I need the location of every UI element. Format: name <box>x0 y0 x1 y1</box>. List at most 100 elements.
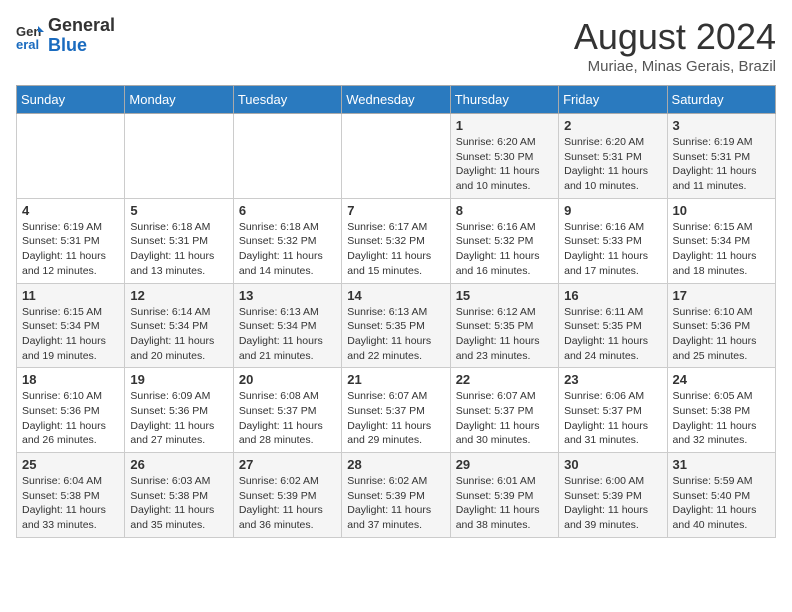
calendar-cell: 24 Sunrise: 6:05 AM Sunset: 5:38 PM Dayli… <box>667 368 775 453</box>
svg-text:eral: eral <box>16 37 39 50</box>
calendar-cell: 5Sunrise: 6:18 AM Sunset: 5:31 PM Daylig… <box>125 198 233 283</box>
calendar-cell: 12 Sunrise: 6:14 AM Sunset: 5:34 PM Dayli… <box>125 283 233 368</box>
day-number: 29 <box>456 457 553 472</box>
page-header: Gen eral General Blue August 2024 Muriae… <box>16 16 776 75</box>
calendar-cell: 19 Sunrise: 6:09 AM Sunset: 5:36 PM Dayli… <box>125 368 233 453</box>
calendar-cell <box>125 114 233 199</box>
calendar-cell: 16 Sunrise: 6:11 AM Sunset: 5:35 PM Dayli… <box>559 283 667 368</box>
calendar-cell: 20Sunrise: 6:08 AM Sunset: 5:37 PM Dayli… <box>233 368 341 453</box>
day-number: 23 <box>564 372 661 387</box>
day-number: 22 <box>456 372 553 387</box>
day-number: 28 <box>347 457 444 472</box>
day-number: 4 <box>22 203 119 218</box>
week-row-2: 4 Sunrise: 6:19 AM Sunset: 5:31 PM Daylig… <box>17 198 776 283</box>
calendar-cell: 11 Sunrise: 6:15 AM Sunset: 5:34 PM Dayli… <box>17 283 125 368</box>
day-number: 17 <box>673 288 770 303</box>
day-info: Sunrise: 6:10 AM Sunset: 5:36 PM Dayligh… <box>673 305 770 364</box>
calendar-cell: 26Sunrise: 6:03 AM Sunset: 5:38 PM Dayli… <box>125 453 233 538</box>
calendar-cell <box>17 114 125 199</box>
day-info: Sunrise: 6:04 AM Sunset: 5:38 PM Dayligh… <box>22 474 119 533</box>
col-header-monday: Monday <box>125 86 233 114</box>
week-row-5: 25 Sunrise: 6:04 AM Sunset: 5:38 PM Dayli… <box>17 453 776 538</box>
day-info: Sunrise: 6:18 AM Sunset: 5:31 PM Dayligh… <box>130 220 227 279</box>
day-number: 3 <box>673 118 770 133</box>
day-number: 30 <box>564 457 661 472</box>
calendar-cell: 27 Sunrise: 6:02 AM Sunset: 5:39 PM Dayli… <box>233 453 341 538</box>
calendar-cell: 25 Sunrise: 6:04 AM Sunset: 5:38 PM Dayli… <box>17 453 125 538</box>
header-row: SundayMondayTuesdayWednesdayThursdayFrid… <box>17 86 776 114</box>
location: Muriae, Minas Gerais, Brazil <box>574 58 776 75</box>
day-info: Sunrise: 6:14 AM Sunset: 5:34 PM Dayligh… <box>130 305 227 364</box>
day-number: 7 <box>347 203 444 218</box>
calendar-cell: 1 Sunrise: 6:20 AM Sunset: 5:30 PM Daylig… <box>450 114 558 199</box>
day-info: Sunrise: 6:06 AM Sunset: 5:37 PM Dayligh… <box>564 389 661 448</box>
col-header-tuesday: Tuesday <box>233 86 341 114</box>
day-number: 21 <box>347 372 444 387</box>
day-info: Sunrise: 6:15 AM Sunset: 5:34 PM Dayligh… <box>22 305 119 364</box>
day-number: 9 <box>564 203 661 218</box>
day-info: Sunrise: 6:07 AM Sunset: 5:37 PM Dayligh… <box>347 389 444 448</box>
week-row-4: 18 Sunrise: 6:10 AM Sunset: 5:36 PM Dayli… <box>17 368 776 453</box>
day-number: 14 <box>347 288 444 303</box>
calendar-cell: 29Sunrise: 6:01 AM Sunset: 5:39 PM Dayli… <box>450 453 558 538</box>
calendar-cell <box>342 114 450 199</box>
day-info: Sunrise: 6:17 AM Sunset: 5:32 PM Dayligh… <box>347 220 444 279</box>
day-number: 18 <box>22 372 119 387</box>
day-info: Sunrise: 6:10 AM Sunset: 5:36 PM Dayligh… <box>22 389 119 448</box>
calendar-cell: 7 Sunrise: 6:17 AM Sunset: 5:32 PM Daylig… <box>342 198 450 283</box>
title-block: August 2024 Muriae, Minas Gerais, Brazil <box>574 16 776 75</box>
day-number: 13 <box>239 288 336 303</box>
day-number: 6 <box>239 203 336 218</box>
day-number: 11 <box>22 288 119 303</box>
day-info: Sunrise: 6:00 AM Sunset: 5:39 PM Dayligh… <box>564 474 661 533</box>
calendar-cell: 31Sunrise: 5:59 AM Sunset: 5:40 PM Dayli… <box>667 453 775 538</box>
day-number: 19 <box>130 372 227 387</box>
day-number: 1 <box>456 118 553 133</box>
calendar-cell: 22 Sunrise: 6:07 AM Sunset: 5:37 PM Dayli… <box>450 368 558 453</box>
day-number: 15 <box>456 288 553 303</box>
day-number: 2 <box>564 118 661 133</box>
col-header-saturday: Saturday <box>667 86 775 114</box>
day-number: 27 <box>239 457 336 472</box>
day-info: Sunrise: 6:16 AM Sunset: 5:32 PM Dayligh… <box>456 220 553 279</box>
day-number: 10 <box>673 203 770 218</box>
day-number: 24 <box>673 372 770 387</box>
calendar-cell: 15 Sunrise: 6:12 AM Sunset: 5:35 PM Dayli… <box>450 283 558 368</box>
calendar-cell: 4 Sunrise: 6:19 AM Sunset: 5:31 PM Daylig… <box>17 198 125 283</box>
col-header-sunday: Sunday <box>17 86 125 114</box>
day-info: Sunrise: 6:05 AM Sunset: 5:38 PM Dayligh… <box>673 389 770 448</box>
day-info: Sunrise: 6:02 AM Sunset: 5:39 PM Dayligh… <box>239 474 336 533</box>
day-info: Sunrise: 6:16 AM Sunset: 5:33 PM Dayligh… <box>564 220 661 279</box>
day-info: Sunrise: 6:11 AM Sunset: 5:35 PM Dayligh… <box>564 305 661 364</box>
day-info: Sunrise: 6:19 AM Sunset: 5:31 PM Dayligh… <box>22 220 119 279</box>
day-number: 20 <box>239 372 336 387</box>
logo: Gen eral General Blue <box>16 16 115 56</box>
calendar-cell: 30 Sunrise: 6:00 AM Sunset: 5:39 PM Dayli… <box>559 453 667 538</box>
calendar-cell: 13 Sunrise: 6:13 AM Sunset: 5:34 PM Dayli… <box>233 283 341 368</box>
calendar-cell: 23 Sunrise: 6:06 AM Sunset: 5:37 PM Dayli… <box>559 368 667 453</box>
day-info: Sunrise: 6:20 AM Sunset: 5:30 PM Dayligh… <box>456 135 553 194</box>
day-number: 12 <box>130 288 227 303</box>
day-number: 26 <box>130 457 227 472</box>
day-number: 31 <box>673 457 770 472</box>
calendar-cell: 28Sunrise: 6:02 AM Sunset: 5:39 PM Dayli… <box>342 453 450 538</box>
day-info: Sunrise: 6:09 AM Sunset: 5:36 PM Dayligh… <box>130 389 227 448</box>
col-header-wednesday: Wednesday <box>342 86 450 114</box>
col-header-thursday: Thursday <box>450 86 558 114</box>
week-row-3: 11 Sunrise: 6:15 AM Sunset: 5:34 PM Dayli… <box>17 283 776 368</box>
col-header-friday: Friday <box>559 86 667 114</box>
logo-text: General Blue <box>48 16 115 56</box>
calendar-cell: 9 Sunrise: 6:16 AM Sunset: 5:33 PM Daylig… <box>559 198 667 283</box>
calendar-cell: 3Sunrise: 6:19 AM Sunset: 5:31 PM Daylig… <box>667 114 775 199</box>
day-info: Sunrise: 6:18 AM Sunset: 5:32 PM Dayligh… <box>239 220 336 279</box>
day-info: Sunrise: 6:12 AM Sunset: 5:35 PM Dayligh… <box>456 305 553 364</box>
calendar-cell: 10Sunrise: 6:15 AM Sunset: 5:34 PM Dayli… <box>667 198 775 283</box>
day-info: Sunrise: 6:07 AM Sunset: 5:37 PM Dayligh… <box>456 389 553 448</box>
day-info: Sunrise: 6:20 AM Sunset: 5:31 PM Dayligh… <box>564 135 661 194</box>
day-info: Sunrise: 6:13 AM Sunset: 5:34 PM Dayligh… <box>239 305 336 364</box>
calendar-cell: 2 Sunrise: 6:20 AM Sunset: 5:31 PM Daylig… <box>559 114 667 199</box>
week-row-1: 1 Sunrise: 6:20 AM Sunset: 5:30 PM Daylig… <box>17 114 776 199</box>
day-number: 16 <box>564 288 661 303</box>
calendar-cell: 21 Sunrise: 6:07 AM Sunset: 5:37 PM Dayli… <box>342 368 450 453</box>
day-number: 25 <box>22 457 119 472</box>
